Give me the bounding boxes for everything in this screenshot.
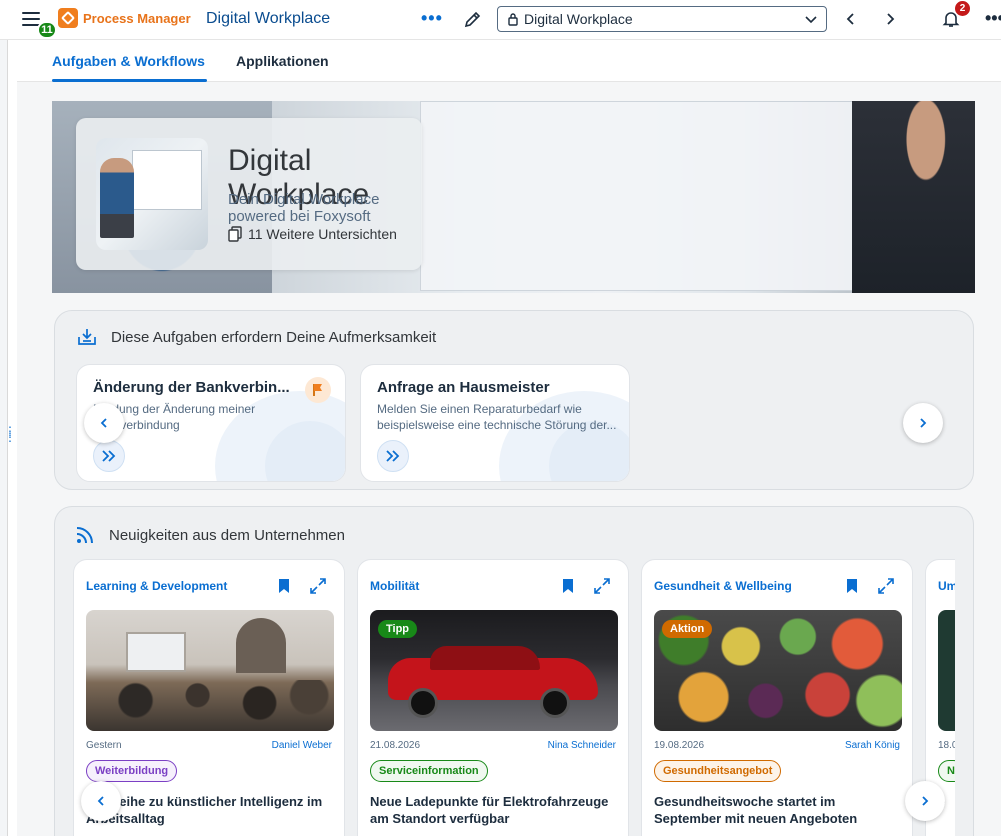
news-headline: Lernreihe zu künstlicher Intelligenz im … bbox=[86, 794, 323, 826]
chevron-down-icon bbox=[805, 16, 817, 24]
drag-handle-icon[interactable]: ⋮⋮ ⋮⋮ bbox=[4, 425, 28, 443]
subpages-link[interactable]: 11 Weitere Untersichten bbox=[228, 226, 397, 242]
hero-card[interactable]: Digital Workplace Dein Digital Workplace… bbox=[76, 118, 422, 270]
news-author[interactable]: Sarah König bbox=[845, 740, 900, 751]
task-title: Änderung der Bankverbin... bbox=[93, 379, 290, 396]
inbox-download-icon bbox=[78, 329, 96, 345]
tab-applikationen[interactable]: Applikationen bbox=[236, 53, 329, 69]
task-title: Anfrage an Hausmeister bbox=[377, 379, 550, 396]
news-tag: Serviceinformation bbox=[370, 760, 488, 782]
news-image-red-car: Tipp bbox=[370, 610, 618, 731]
news-tag: Gesundheitsangebot bbox=[654, 760, 782, 782]
news-date: 21.08.2026 bbox=[370, 740, 421, 751]
open-task-button[interactable] bbox=[93, 440, 125, 472]
news-headline: Gesundheitswoche startet im September mi… bbox=[654, 794, 858, 826]
news-panel-header: Neuigkeiten aus dem Unternehmen bbox=[75, 525, 345, 545]
menu-count-badge: 11 bbox=[37, 21, 57, 39]
news-panel-title: Neuigkeiten aus dem Unternehmen bbox=[109, 526, 345, 544]
expand-icon[interactable] bbox=[594, 578, 610, 594]
chevron-left-icon bbox=[100, 418, 107, 428]
news-author[interactable]: Daniel Weber bbox=[272, 740, 332, 751]
rss-feed-icon bbox=[76, 527, 93, 544]
expand-icon[interactable] bbox=[878, 578, 894, 594]
image-badge: Tipp bbox=[378, 620, 418, 638]
hero-subtitle: Dein Digital Workplace powered bei Foxys… bbox=[228, 191, 380, 225]
double-chevron-right-icon bbox=[102, 450, 116, 462]
news-tag: Weiterbildung bbox=[86, 760, 178, 782]
news-image-vegetables: Aktion bbox=[654, 610, 902, 731]
chevron-right-icon bbox=[920, 418, 927, 428]
tasks-panel: Diese Aufgaben erfordern Deine Aufmerksa… bbox=[54, 310, 974, 490]
news-category[interactable]: Gesundheit & Wellbeing bbox=[654, 579, 792, 593]
back-arrow-icon[interactable] bbox=[843, 11, 859, 27]
news-date: 18.0 bbox=[938, 740, 955, 751]
news-category[interactable]: Mobilität bbox=[370, 579, 419, 593]
news-next-button[interactable] bbox=[905, 781, 945, 821]
news-date: Gestern bbox=[86, 740, 122, 751]
logo-text[interactable]: Process Manager bbox=[83, 11, 191, 26]
notification-count-badge: 2 bbox=[955, 1, 970, 16]
news-date: 19.08.2026 bbox=[654, 740, 705, 751]
expand-icon[interactable] bbox=[310, 578, 326, 594]
bookmark-icon[interactable] bbox=[277, 578, 291, 594]
forward-arrow-icon[interactable] bbox=[882, 11, 898, 27]
menu-icon[interactable] bbox=[22, 12, 40, 26]
news-prev-button[interactable] bbox=[81, 781, 121, 821]
chevron-left-icon bbox=[97, 796, 104, 806]
lock-icon bbox=[508, 13, 518, 26]
chevron-right-icon bbox=[922, 796, 929, 806]
news-headline: Neue Ladepunkte für Elektrofahrzeuge am … bbox=[370, 794, 609, 826]
news-tag: N bbox=[938, 760, 955, 782]
image-badge: Aktion bbox=[662, 620, 713, 638]
tasks-next-button[interactable] bbox=[903, 403, 943, 443]
news-image-classroom bbox=[86, 610, 334, 731]
news-card[interactable]: Mobilität Tipp 21.08.2026 Nina Schneider… bbox=[357, 559, 629, 836]
tab-bar: Aufgaben & Workflows Applikationen bbox=[17, 40, 1001, 82]
page-content: Digital Workplace Dein Digital Workplace… bbox=[17, 82, 1001, 836]
news-image-partial bbox=[938, 610, 955, 731]
copy-pages-icon bbox=[228, 226, 242, 242]
task-description: Meldung der Änderung meiner Bankverbindu… bbox=[93, 402, 256, 432]
space-select-value: Digital Workplace bbox=[524, 11, 633, 27]
tasks-panel-header: Diese Aufgaben erfordern Deine Aufmerksa… bbox=[77, 327, 436, 347]
app-title: Digital Workplace bbox=[206, 10, 331, 27]
bookmark-icon[interactable] bbox=[845, 578, 859, 594]
news-category[interactable]: Learning & Development bbox=[86, 579, 227, 593]
open-task-button[interactable] bbox=[377, 440, 409, 472]
space-select[interactable]: Digital Workplace bbox=[497, 6, 827, 32]
tab-aufgaben-workflows[interactable]: Aufgaben & Workflows bbox=[52, 53, 205, 69]
news-category[interactable]: Um bbox=[938, 579, 955, 593]
edit-pencil-icon[interactable] bbox=[463, 9, 483, 29]
more-horizontal-icon[interactable]: ••• bbox=[421, 8, 443, 29]
process-manager-logo-icon[interactable] bbox=[58, 8, 78, 28]
hero-screen-image bbox=[420, 101, 900, 291]
subpages-link-label: 11 Weitere Untersichten bbox=[248, 226, 397, 242]
hero-person-image bbox=[852, 101, 975, 293]
hero-thumbnail bbox=[96, 138, 208, 250]
task-card[interactable]: Anfrage an Hausmeister Melden Sie einen … bbox=[360, 364, 630, 482]
news-author[interactable]: Nina Schneider bbox=[548, 740, 616, 751]
hero-banner: Digital Workplace Dein Digital Workplace… bbox=[52, 101, 975, 293]
task-description: Melden Sie einen Reparaturbedarf wie bei… bbox=[377, 402, 617, 432]
news-panel: Neuigkeiten aus dem Unternehmen Learning… bbox=[54, 506, 974, 836]
shell-bar: 11 Process Manager Digital Workplace •••… bbox=[0, 0, 1001, 40]
bookmark-icon[interactable] bbox=[561, 578, 575, 594]
tasks-prev-button[interactable] bbox=[84, 403, 124, 443]
double-chevron-right-icon bbox=[386, 450, 400, 462]
news-card[interactable]: Gesundheit & Wellbeing Aktion 19.08.2026… bbox=[641, 559, 913, 836]
flag-icon bbox=[305, 377, 331, 403]
tasks-panel-title: Diese Aufgaben erfordern Deine Aufmerksa… bbox=[111, 328, 437, 346]
overflow-menu-icon[interactable]: ••• bbox=[985, 8, 1001, 29]
